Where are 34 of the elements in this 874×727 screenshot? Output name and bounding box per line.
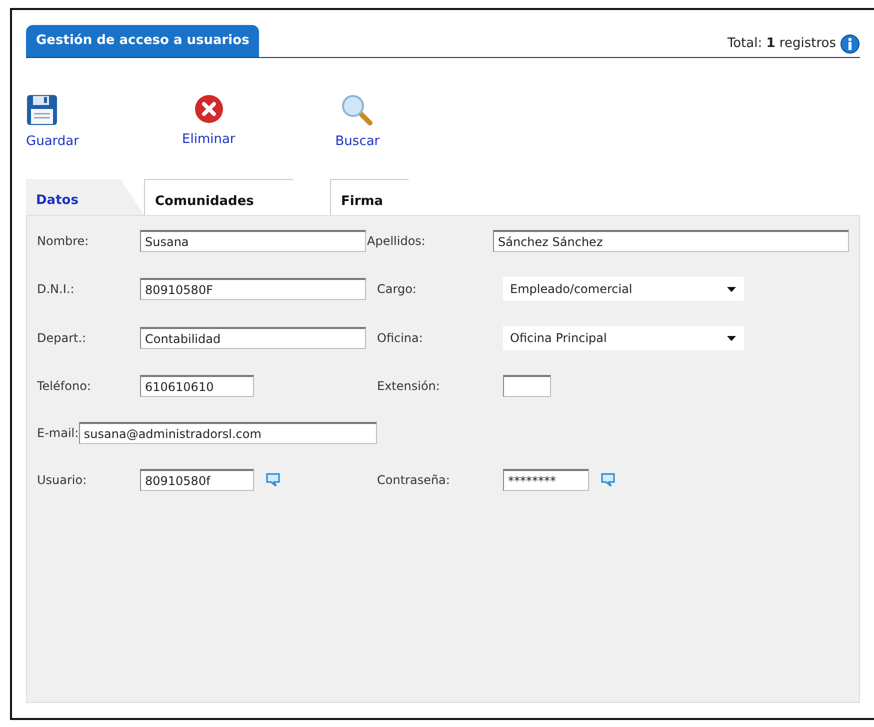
input-field[interactable]: susana@administradorsl.com bbox=[78, 422, 377, 444]
field-label: Usuario: bbox=[37, 472, 88, 489]
input-field[interactable] bbox=[503, 375, 551, 397]
dropdown[interactable]: Empleado/comercial bbox=[503, 277, 744, 301]
field-label: Nombre: bbox=[37, 233, 90, 250]
caret-icon bbox=[727, 336, 736, 340]
input-field[interactable]: Contabilidad bbox=[140, 327, 366, 349]
search-icon bbox=[341, 94, 374, 126]
dropdown[interactable]: Oficina Principal bbox=[503, 326, 744, 350]
field-label: D.N.I.: bbox=[37, 281, 76, 298]
toolbar-button[interactable]: Eliminar bbox=[182, 94, 236, 151]
input-field[interactable]: Sánchez Sánchez bbox=[493, 230, 849, 252]
field-label: Extensión: bbox=[377, 378, 441, 395]
field-label: E-mail: bbox=[37, 425, 79, 442]
input-field[interactable]: 80910580f bbox=[140, 469, 254, 491]
caret-icon bbox=[727, 286, 736, 292]
field-label: Contraseña: bbox=[377, 472, 451, 489]
input-field[interactable]: 610610610 bbox=[140, 375, 254, 397]
speech-bubble-icon[interactable] bbox=[601, 473, 615, 487]
total-count: Total: 1 registros bbox=[727, 34, 836, 53]
field-label: Apellidos: bbox=[367, 233, 426, 250]
toolbar-button[interactable]: Guardar bbox=[26, 94, 82, 151]
info-icon[interactable] bbox=[840, 34, 860, 54]
tab[interactable]: Datos bbox=[26, 179, 144, 215]
delete-icon bbox=[194, 94, 224, 124]
field-label: Depart.: bbox=[37, 330, 88, 347]
field-label: Oficina: bbox=[377, 330, 424, 347]
toolbar-button[interactable]: Buscar bbox=[335, 94, 380, 151]
input-field[interactable]: 80910580F bbox=[140, 278, 366, 300]
field-label: Teléfono: bbox=[37, 378, 92, 395]
password-field[interactable]: ******** bbox=[503, 469, 589, 491]
speech-bubble-icon[interactable] bbox=[266, 473, 280, 487]
field-label: Cargo: bbox=[377, 281, 418, 298]
input-field[interactable]: Susana bbox=[140, 230, 366, 252]
